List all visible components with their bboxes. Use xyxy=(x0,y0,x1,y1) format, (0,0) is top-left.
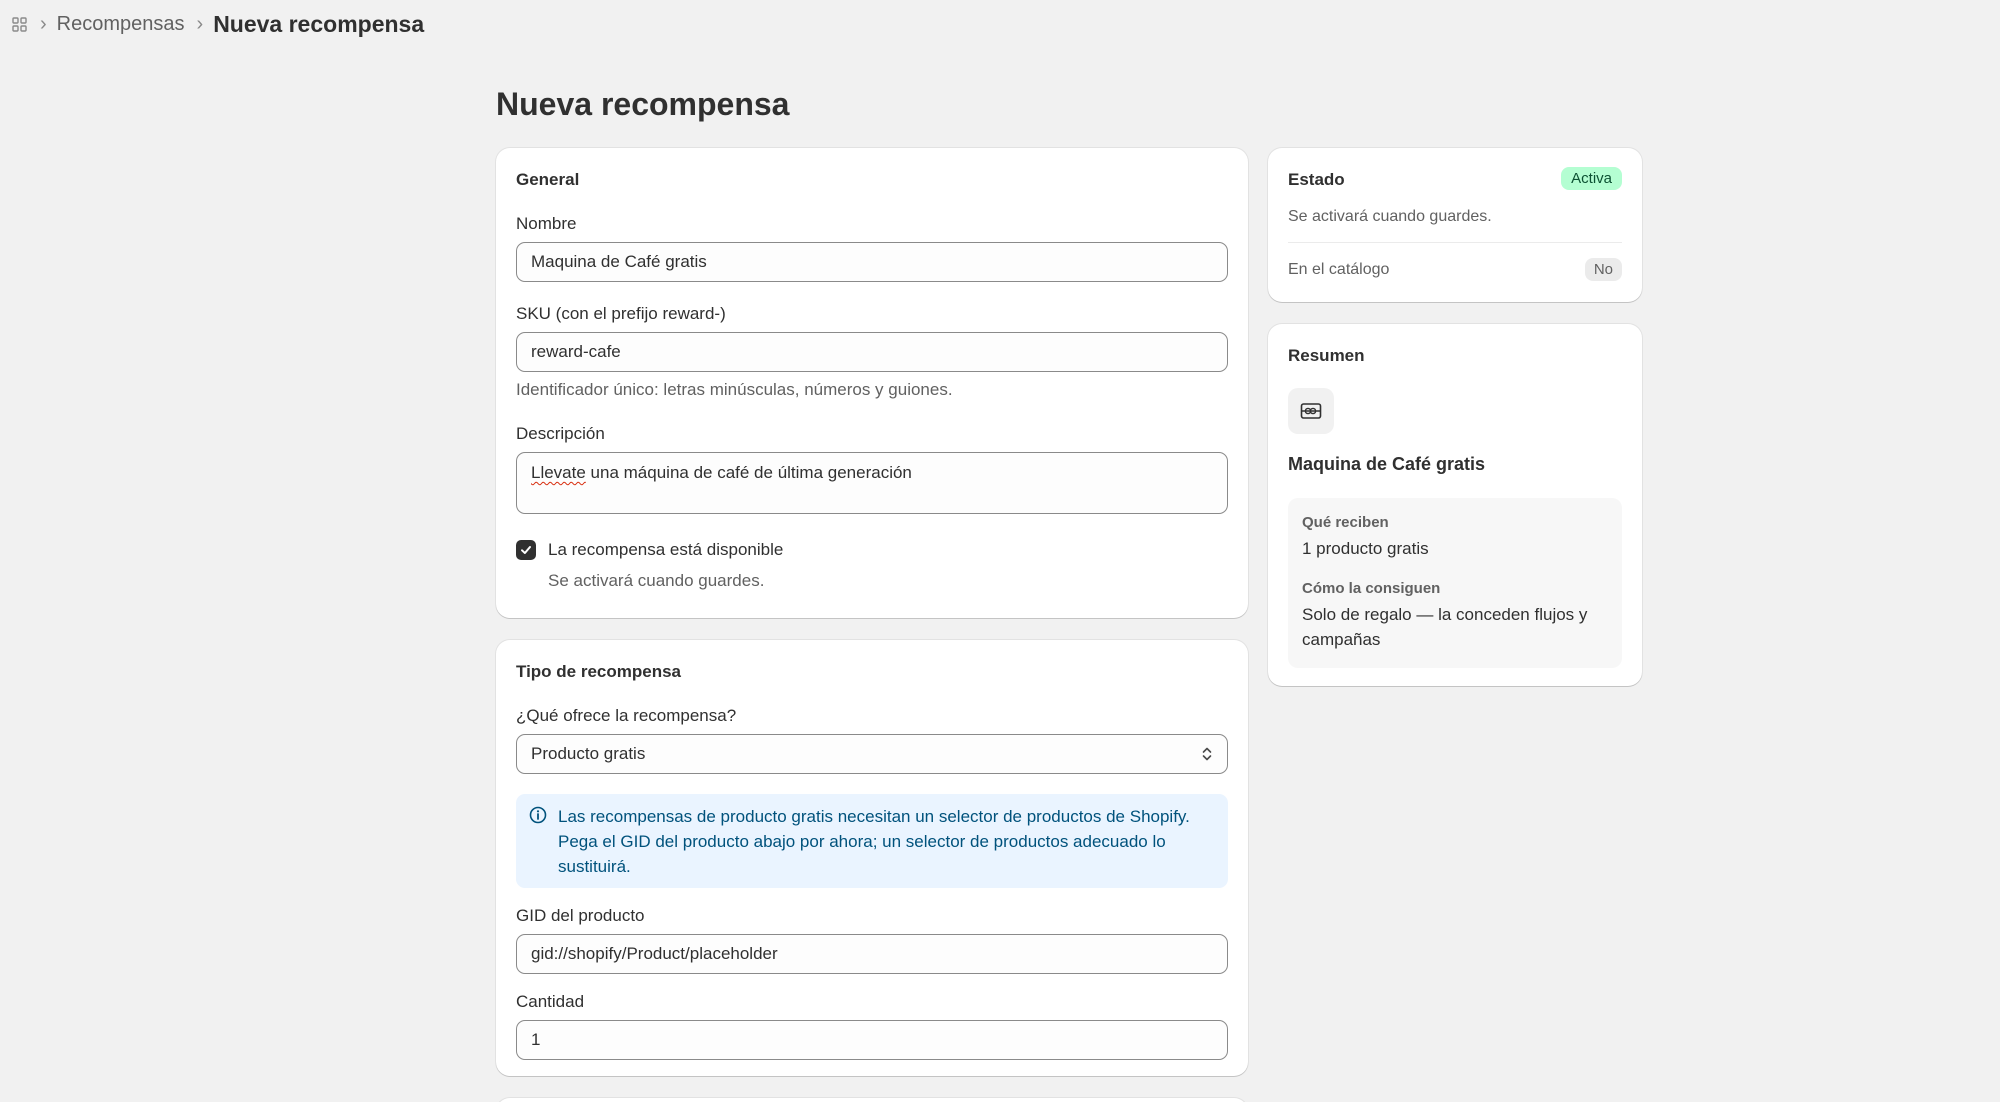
gid-input[interactable]: gid://shopify/Product/placeholder xyxy=(516,934,1228,974)
description-label: Descripción xyxy=(516,424,605,443)
quantity-input[interactable]: 1 xyxy=(516,1020,1228,1060)
catalog-badge: No xyxy=(1584,258,1622,281)
offer-select[interactable]: Producto gratis xyxy=(516,734,1228,774)
status-divider xyxy=(1288,242,1622,243)
name-input[interactable]: Maquina de Café gratis xyxy=(516,242,1228,282)
gift-card-icon xyxy=(1300,403,1322,419)
apps-grid-icon[interactable] xyxy=(10,15,28,33)
page-title: Nueva recompensa xyxy=(496,86,790,122)
checkmark-icon xyxy=(521,546,531,554)
general-card-title: General xyxy=(516,170,580,189)
summary-card: Resumen Maquina de Café gratis Qué recib… xyxy=(1268,324,1642,686)
summary-details-box: Qué reciben 1 producto gratis Cómo la co… xyxy=(1288,498,1622,668)
info-banner: Las recompensas de producto gratis neces… xyxy=(516,794,1228,888)
status-card-title: Estado xyxy=(1288,170,1345,189)
next-card-partial xyxy=(496,1098,1248,1102)
status-card: Estado Activa Se activará cuando guardes… xyxy=(1268,148,1642,302)
how-label: Cómo la consiguen xyxy=(1302,580,1441,597)
gid-label: GID del producto xyxy=(516,906,645,925)
sku-help-text: Identificador único: letras minúsculas, … xyxy=(516,380,953,399)
description-text: una máquina de café de última generación xyxy=(585,463,912,482)
reward-type-card-title: Tipo de recompensa xyxy=(516,662,682,681)
available-checkbox[interactable] xyxy=(516,540,536,560)
chevron-right-icon: › xyxy=(40,13,47,35)
summary-reward-name: Maquina de Café gratis xyxy=(1288,454,1486,474)
quantity-label: Cantidad xyxy=(516,992,585,1011)
description-misspelled-word: Llevate xyxy=(531,463,586,482)
receive-value: 1 producto gratis xyxy=(1302,539,1429,558)
offer-select-value: Producto gratis xyxy=(531,744,646,763)
breadcrumb: › Recompensas › Nueva recompensa xyxy=(0,0,2000,48)
info-banner-text: Las recompensas de producto gratis neces… xyxy=(558,807,1190,876)
description-textarea[interactable]: Llevate una máquina de café de última ge… xyxy=(516,452,1228,514)
sku-input[interactable]: reward-cafe xyxy=(516,332,1228,372)
receive-label: Qué reciben xyxy=(1302,514,1389,531)
breadcrumb-link-rewards[interactable]: Recompensas xyxy=(57,13,185,36)
available-help-text: Se activará cuando guardes. xyxy=(548,571,765,590)
reward-thumbnail xyxy=(1288,388,1334,434)
info-circle-icon xyxy=(529,806,547,831)
status-badge: Activa xyxy=(1561,167,1622,190)
available-label[interactable]: La recompensa está disponible xyxy=(548,540,783,560)
general-card: General Nombre Maquina de Café gratis SK… xyxy=(496,148,1248,618)
status-help-text: Se activará cuando guardes. xyxy=(1288,208,1492,225)
chevron-right-icon: › xyxy=(196,13,204,35)
how-value: Solo de regalo — la conceden flujos y ca… xyxy=(1302,605,1588,649)
name-label: Nombre xyxy=(516,214,577,233)
sku-label: SKU (con el prefijo reward-) xyxy=(516,304,726,323)
catalog-label: En el catálogo xyxy=(1288,261,1390,278)
breadcrumb-current: Nueva recompensa xyxy=(213,10,425,37)
summary-card-title: Resumen xyxy=(1288,346,1365,365)
reward-type-card: Tipo de recompensa ¿Qué ofrece la recomp… xyxy=(496,640,1248,1076)
select-chevron-icon xyxy=(1202,747,1212,761)
offer-label: ¿Qué ofrece la recompensa? xyxy=(516,706,737,725)
